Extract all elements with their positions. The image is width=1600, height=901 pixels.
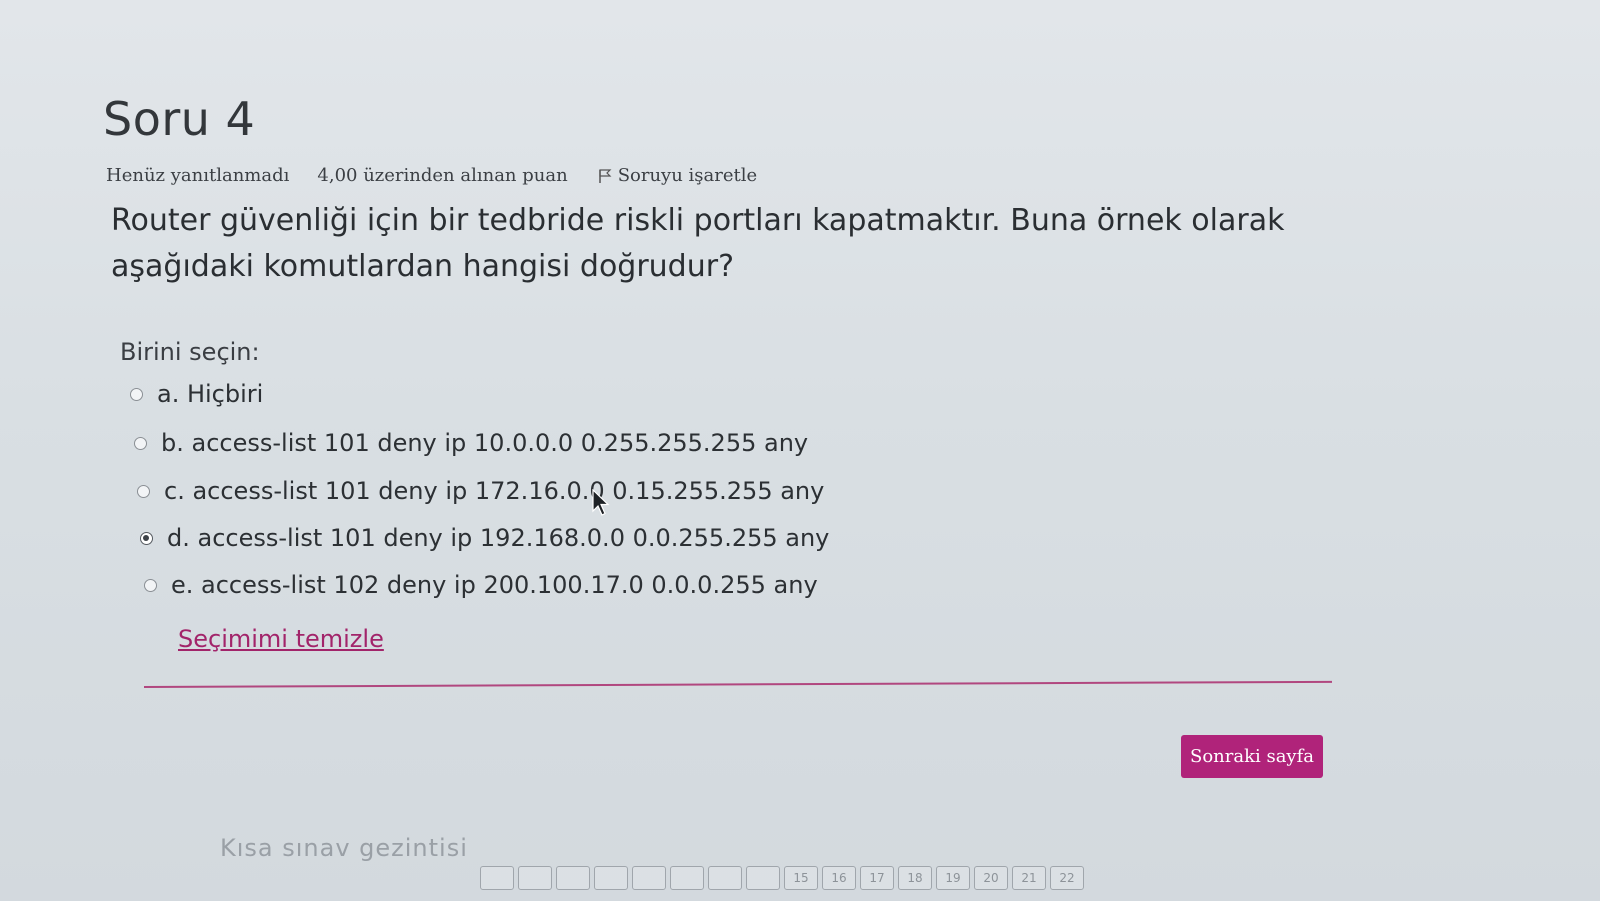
answer-option-label: b. access-list 101 deny ip 10.0.0.0 0.25… <box>161 429 809 457</box>
answer-option-b[interactable]: b. access-list 101 deny ip 10.0.0.0 0.25… <box>134 429 808 457</box>
answer-option-label: a. Hiçbiri <box>157 380 264 408</box>
question-info: Henüz yanıtlanmadı 4,00 üzerinden alınan… <box>106 165 757 186</box>
flag-question-label: Soruyu işaretle <box>617 165 758 186</box>
question-text: Router güvenliği için bir tedbride riskl… <box>111 203 1285 284</box>
nav-page-button[interactable]: 15 <box>784 866 818 890</box>
question-title: Soru 4 <box>103 92 256 146</box>
radio-b[interactable] <box>134 436 147 450</box>
next-page-button[interactable]: Sonraki sayfa <box>1181 735 1323 778</box>
nav-page-button[interactable]: 16 <box>822 866 856 890</box>
nav-page-button[interactable]: 17 <box>860 866 894 890</box>
clear-selection-link[interactable]: Seçimimi temizle <box>178 625 384 653</box>
divider <box>143 680 1332 688</box>
quiz-navigation-title: Kısa sınav gezintisi <box>220 834 468 862</box>
nav-page-button[interactable] <box>708 866 742 890</box>
quiz-page: Soru 4 Henüz yanıtlanmadı 4,00 üzerinden… <box>0 0 1600 901</box>
answer-option-label: c. access-list 101 deny ip 172.16.0.0 0.… <box>164 477 825 505</box>
nav-page-button[interactable]: 18 <box>898 866 932 890</box>
nav-page-button[interactable]: 19 <box>936 866 970 890</box>
nav-page-button[interactable] <box>594 866 628 890</box>
nav-page-button[interactable]: 21 <box>1012 866 1046 890</box>
nav-page-button[interactable] <box>518 866 552 890</box>
radio-c[interactable] <box>137 484 150 498</box>
mouse-pointer-icon <box>592 489 610 516</box>
nav-page-button[interactable] <box>556 866 590 890</box>
radio-d-selected[interactable] <box>140 531 153 545</box>
quiz-navigation: 15 16 17 18 19 20 21 22 <box>480 866 1084 890</box>
question-points: 4,00 üzerinden alınan puan <box>317 165 568 186</box>
answer-prompt: Birini seçin: <box>120 338 260 366</box>
nav-page-button[interactable] <box>632 866 666 890</box>
answer-option-d[interactable]: d. access-list 101 deny ip 192.168.0.0 0… <box>140 524 829 552</box>
nav-page-button[interactable]: 22 <box>1050 866 1084 890</box>
answer-option-e[interactable]: e. access-list 102 deny ip 200.100.17.0 … <box>144 571 818 599</box>
answer-status: Henüz yanıtlanmadı <box>106 165 290 186</box>
radio-a[interactable] <box>130 387 143 401</box>
answer-option-label: d. access-list 101 deny ip 192.168.0.0 0… <box>167 524 830 552</box>
nav-page-button[interactable] <box>480 866 514 890</box>
flag-question-link[interactable]: Soruyu işaretle <box>598 165 757 186</box>
nav-page-button[interactable] <box>670 866 704 890</box>
nav-page-button[interactable]: 20 <box>974 866 1008 890</box>
answer-option-label: e. access-list 102 deny ip 200.100.17.0 … <box>171 571 818 599</box>
flag-icon <box>598 168 612 183</box>
answer-option-a[interactable]: a. Hiçbiri <box>130 380 263 408</box>
nav-page-button[interactable] <box>746 866 780 890</box>
radio-e[interactable] <box>144 578 157 592</box>
answer-option-c[interactable]: c. access-list 101 deny ip 172.16.0.0 0.… <box>137 477 824 505</box>
